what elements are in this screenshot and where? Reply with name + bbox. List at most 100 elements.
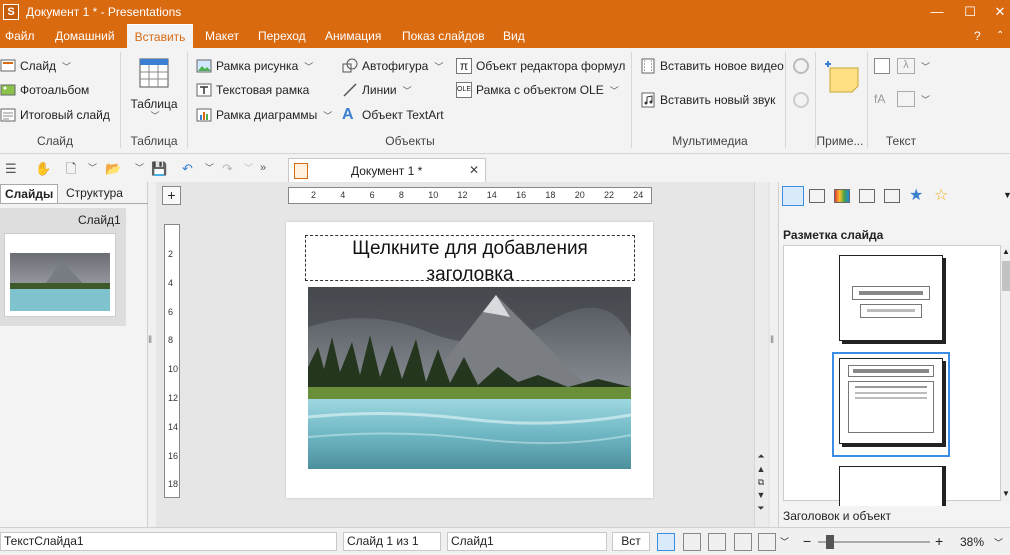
chevron-down-icon[interactable]: ﹀ bbox=[88, 160, 97, 177]
zoom-slider-track[interactable] bbox=[818, 541, 930, 543]
summary-slide-icon bbox=[0, 108, 16, 122]
outline-view-icon[interactable] bbox=[683, 533, 701, 551]
prev-slide-icon[interactable]: ▲ bbox=[756, 463, 766, 476]
minimize-icon[interactable]: — bbox=[922, 2, 952, 22]
slide-sorter-icon[interactable] bbox=[708, 533, 726, 551]
chevron-down-icon[interactable]: ﹀ bbox=[135, 160, 144, 177]
help-icon[interactable]: ? bbox=[974, 24, 981, 48]
field-icon[interactable]: fA bbox=[874, 92, 885, 106]
undo-icon[interactable]: ↶ bbox=[182, 160, 193, 177]
menu-insert[interactable]: Вставить bbox=[127, 24, 193, 48]
gallery-scrollbar[interactable]: ▲ ▼ bbox=[1001, 245, 1010, 501]
chevron-down-icon[interactable]: ﹀ bbox=[994, 536, 1003, 549]
left-splitter-icon[interactable]: ‖ bbox=[148, 335, 156, 365]
zoom-in-icon[interactable]: + bbox=[935, 534, 943, 548]
notes-view-icon[interactable] bbox=[734, 533, 752, 551]
insert-video-button[interactable]: Вставить новое видео bbox=[640, 55, 784, 77]
table-button[interactable]: Таблица ﹀ bbox=[128, 58, 180, 122]
pane-menu-icon[interactable]: ▼ bbox=[1003, 190, 1010, 200]
status-insert-mode[interactable]: Вст bbox=[612, 532, 650, 551]
menu-home[interactable]: Домашний bbox=[55, 24, 115, 48]
menu-animation[interactable]: Анимация bbox=[325, 24, 381, 48]
chevron-down-icon[interactable]: ﹀ bbox=[244, 160, 253, 177]
open-folder-icon[interactable]: 📂 bbox=[105, 160, 121, 177]
layout-title-box bbox=[848, 365, 934, 377]
maximize-icon[interactable]: ☐ bbox=[955, 2, 985, 22]
layout-pane-heading: Разметка слайда bbox=[783, 228, 884, 242]
master-icon[interactable] bbox=[859, 189, 875, 203]
ribbon-collapse-icon[interactable]: ⌃ bbox=[996, 24, 1004, 48]
formula-editor-button[interactable]: π Объект редактора формул bbox=[456, 55, 625, 77]
save-icon[interactable]: 💾 bbox=[151, 160, 167, 177]
slideshow-icon[interactable] bbox=[758, 533, 776, 551]
close-tab-icon[interactable]: ✕ bbox=[469, 163, 479, 177]
layout-title-and-object[interactable] bbox=[839, 358, 943, 444]
scroll-down-icon[interactable]: ▼ bbox=[1002, 489, 1010, 498]
design-pane-icon[interactable] bbox=[809, 189, 825, 203]
menu-slideshow[interactable]: Показ слайдов bbox=[402, 24, 485, 48]
link-icon[interactable] bbox=[793, 58, 809, 74]
chevron-down-icon[interactable]: ﹀ bbox=[921, 60, 930, 73]
animation-icon[interactable]: ★ bbox=[909, 185, 923, 205]
autoshape-button[interactable]: Автофигура ﹀ bbox=[342, 55, 443, 77]
title-placeholder[interactable]: Щелкните для добавления заголовка bbox=[305, 235, 635, 285]
chevron-down-icon[interactable]: ﹀ bbox=[780, 535, 789, 548]
app-icon[interactable]: S bbox=[3, 4, 19, 20]
chevron-down-icon[interactable]: ﹀ bbox=[921, 93, 930, 106]
new-slide-button[interactable]: Слайд ﹀ bbox=[0, 55, 71, 77]
sound-icon bbox=[641, 92, 655, 108]
ole-frame-button[interactable]: OLE Рамка с объектом OLE ﹀ bbox=[456, 79, 619, 101]
symbol-icon[interactable]: λ bbox=[897, 58, 915, 74]
next-slide-icon[interactable]: ▼ bbox=[756, 489, 766, 502]
insert-sound-button[interactable]: Вставить новый звук bbox=[640, 89, 775, 111]
close-window-icon[interactable]: ✕ bbox=[985, 2, 1010, 22]
zoom-slider-thumb[interactable] bbox=[826, 535, 834, 549]
tab-slides[interactable]: Слайды bbox=[0, 184, 59, 203]
layout-pane-icon[interactable] bbox=[782, 186, 804, 206]
right-splitter-icon[interactable]: ‖ bbox=[770, 335, 778, 365]
more-icon[interactable]: » bbox=[260, 160, 266, 177]
horizontal-ruler: 2 4 6 8 10 12 14 16 18 20 22 24 bbox=[288, 187, 652, 204]
chevron-down-icon[interactable]: ﹀ bbox=[205, 160, 214, 177]
first-slide-icon[interactable]: ⏶ bbox=[756, 450, 766, 463]
window-title: Документ 1 * - Presentations bbox=[26, 5, 182, 19]
menu-layout[interactable]: Макет bbox=[205, 24, 239, 48]
header-footer-icon[interactable] bbox=[874, 58, 890, 74]
zoom-out-icon[interactable]: − bbox=[803, 534, 811, 548]
last-slide-icon[interactable]: ⏷ bbox=[756, 502, 766, 515]
slide-thumbnail[interactable] bbox=[4, 233, 116, 317]
menu-view[interactable]: Вид bbox=[503, 24, 525, 48]
hand-tool-icon[interactable]: ✋ bbox=[35, 160, 51, 177]
textart-button[interactable]: A Объект TextArt bbox=[342, 104, 444, 126]
ruler-origin-icon[interactable]: + bbox=[162, 186, 181, 205]
photo-album-button[interactable]: Фотоальбом bbox=[0, 79, 89, 101]
hamburger-menu-icon[interactable]: ☰ bbox=[5, 160, 17, 177]
normal-view-icon[interactable] bbox=[657, 533, 675, 551]
picture-frame-button[interactable]: Рамка рисунка ﹀ bbox=[196, 55, 313, 77]
favorite-icon[interactable]: ☆ bbox=[934, 185, 948, 205]
zoom-level[interactable]: 38% bbox=[960, 535, 984, 549]
chart-frame-button[interactable]: Рамка диаграммы ﹀ bbox=[196, 104, 332, 126]
date-time-icon[interactable] bbox=[897, 91, 915, 107]
scroll-up-icon[interactable]: ▲ bbox=[1002, 247, 1010, 256]
copy-icon[interactable]: ⧉ bbox=[756, 476, 766, 489]
lines-button[interactable]: Линии ﹀ bbox=[342, 79, 412, 101]
slide-photo[interactable] bbox=[308, 287, 631, 469]
layout-next[interactable] bbox=[839, 466, 943, 506]
tab-outline[interactable]: Структура bbox=[62, 184, 127, 203]
insert-comment-button[interactable] bbox=[822, 56, 862, 96]
transition-icon[interactable] bbox=[884, 189, 900, 203]
color-scheme-icon[interactable] bbox=[834, 189, 850, 203]
redo-icon[interactable]: ↷ bbox=[222, 160, 233, 177]
menu-file[interactable]: Файл bbox=[5, 24, 35, 48]
scroll-thumb[interactable] bbox=[1002, 261, 1010, 291]
text-frame-button[interactable]: Текстовая рамка bbox=[196, 79, 309, 101]
layout-title-slide[interactable] bbox=[839, 255, 943, 341]
new-document-icon[interactable]: 🗋 bbox=[66, 160, 76, 177]
document-tab[interactable]: Документ 1 * ✕ bbox=[288, 158, 486, 182]
target-icon[interactable] bbox=[793, 92, 809, 108]
menu-transition[interactable]: Переход bbox=[258, 24, 306, 48]
text-frame-label: Текстовая рамка bbox=[216, 83, 310, 97]
slide-nav-buttons[interactable]: ⏶ ▲ ⧉ ▼ ⏷ bbox=[756, 450, 766, 515]
summary-slide-button[interactable]: Итоговый слайд bbox=[0, 104, 110, 126]
